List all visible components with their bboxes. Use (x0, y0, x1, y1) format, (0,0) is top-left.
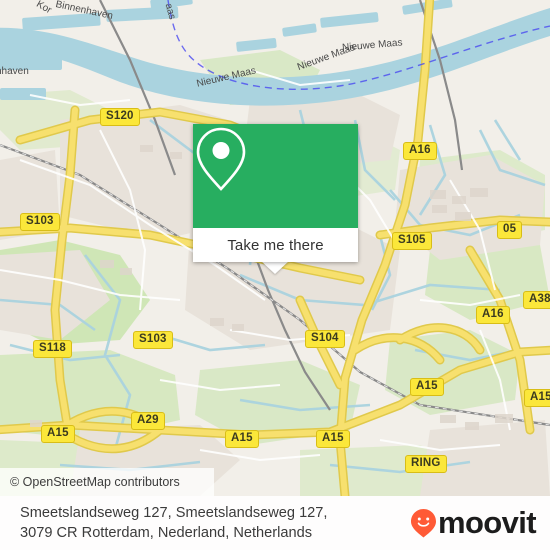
attribution-text: © OpenStreetMap contributors (10, 475, 180, 489)
road-shield-a15[interactable]: A15 (41, 425, 75, 443)
address-line-2: 3079 CR Rotterdam, Nederland, Netherland… (20, 525, 313, 541)
road-shield-a29[interactable]: A29 (131, 412, 165, 430)
road-shield-a15-2[interactable]: A15 (225, 430, 259, 448)
card-pointer (261, 261, 289, 274)
road-shield-s104[interactable]: S104 (305, 330, 345, 348)
road-shield-s120[interactable]: S120 (100, 108, 140, 126)
location-card[interactable]: Take me there (193, 124, 358, 262)
road-shield-s103[interactable]: S103 (20, 213, 60, 231)
road-shield-s118[interactable]: S118 (33, 340, 73, 358)
road-shield-a16[interactable]: A16 (403, 142, 437, 160)
map-screenshot: Nieuwe Maas Nieuwe Maas Nieuwe Maas Binn… (0, 0, 550, 550)
road-shield-05[interactable]: 05 (497, 221, 523, 239)
road-shield-a15-4[interactable]: A15 (410, 378, 444, 396)
card-image-area (193, 124, 358, 228)
moovit-logo[interactable]: moovit (410, 505, 537, 541)
footer-bar: Smeetslandseweg 127, Smeetslandseweg 127… (0, 496, 550, 550)
map-canvas[interactable]: Nieuwe Maas Nieuwe Maas Nieuwe Maas Binn… (0, 0, 550, 496)
road-shield-a15-5[interactable]: A15 (524, 389, 550, 407)
road-shield-a15-3[interactable]: A15 (316, 430, 350, 448)
address-line-1: Smeetslandseweg 127, Smeetslandseweg 127… (20, 505, 328, 521)
road-shield-ring[interactable]: RING (405, 455, 447, 473)
take-me-there-button[interactable]: Take me there (193, 228, 358, 262)
address-text: Smeetslandseweg 127, Smeetslandseweg 127… (20, 503, 327, 543)
road-shield-s103-2[interactable]: S103 (133, 331, 173, 349)
road-shield-a38[interactable]: A38 (523, 291, 550, 309)
moovit-wordmark: moovit (437, 505, 537, 540)
map-pin-icon (196, 127, 246, 191)
road-shield-s105[interactable]: S105 (392, 232, 432, 250)
map-attribution[interactable]: © OpenStreetMap contributors (0, 468, 214, 496)
harbour-label: nhaven (0, 66, 29, 77)
road-shield-a16-2[interactable]: A16 (476, 306, 510, 324)
moovit-pin-smiley-icon (410, 509, 436, 538)
